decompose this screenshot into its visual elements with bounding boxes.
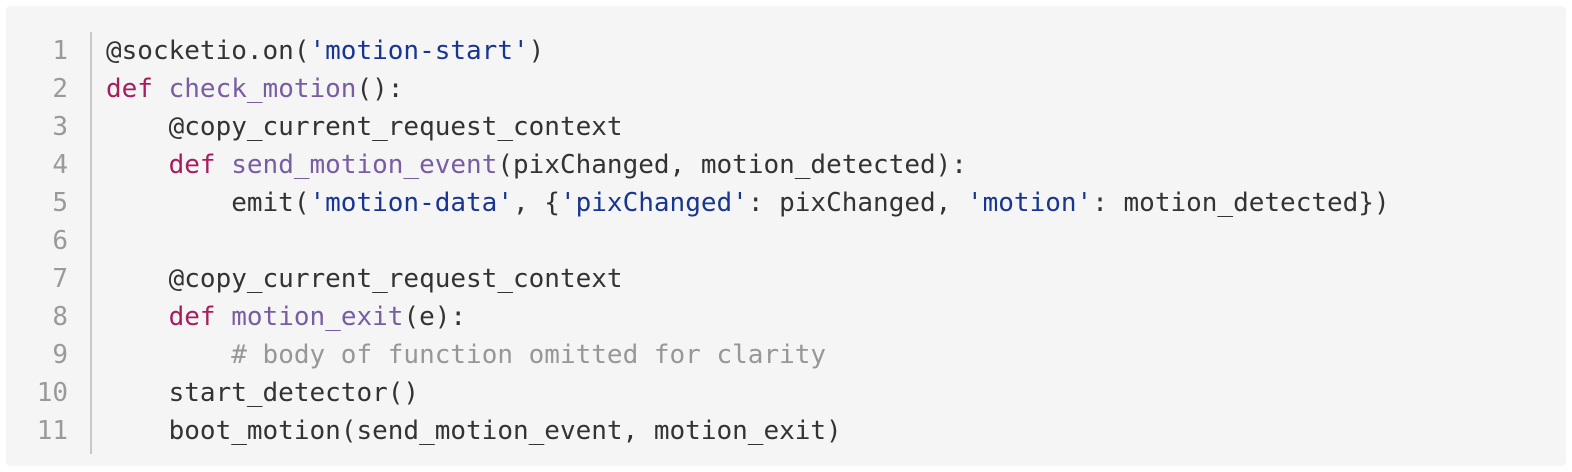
code-token: (pixChanged, motion_detected): <box>497 150 967 180</box>
code-line: emit('motion-data', {'pixChanged': pixCh… <box>106 184 1390 222</box>
comment-token: # body of function omitted for clarity <box>231 340 827 370</box>
line-number: 11 <box>36 416 68 446</box>
code-token: , { <box>513 188 560 218</box>
line-number: 2 <box>52 74 68 104</box>
code-token: boot_motion(send_motion_event, motion_ex… <box>106 416 842 446</box>
line-number-gutter: 1 2 3 4 5 6 7 8 9 10 11 <box>6 32 92 454</box>
code-line: def check_motion(): <box>106 70 1390 108</box>
code-token: : motion_detected}) <box>1092 188 1390 218</box>
code-block: 1 2 3 4 5 6 7 8 9 10 11 @socketio.on('motion-start… <box>6 6 1566 466</box>
keyword-token: def <box>168 150 216 180</box>
keyword-token: def <box>168 302 216 332</box>
line-number: 3 <box>52 112 68 142</box>
code-token: @copy_current_request_context <box>106 112 623 142</box>
string-token: 'motion' <box>966 188 1093 218</box>
line-number: 9 <box>52 340 68 370</box>
code-line: boot_motion(send_motion_event, motion_ex… <box>106 412 1390 450</box>
string-token: 'motion-data' <box>309 188 514 218</box>
code-line: # body of function omitted for clarity <box>106 336 1390 374</box>
function-name-token: send_motion_event <box>231 150 498 180</box>
line-number: 10 <box>36 378 68 408</box>
code-token: start_detector() <box>106 378 420 408</box>
line-number: 5 <box>52 188 68 218</box>
code-line: def send_motion_event(pixChanged, motion… <box>106 146 1390 184</box>
code-token: (e): <box>403 302 467 332</box>
keyword-token: def <box>106 74 153 104</box>
code-line: @copy_current_request_context <box>106 260 1390 298</box>
code-line: @socketio.on('motion-start') <box>106 32 1390 70</box>
function-name-token: check_motion <box>168 74 357 104</box>
line-number: 8 <box>52 302 68 332</box>
code-token: (): <box>356 74 404 104</box>
code-line: def motion_exit(e): <box>106 298 1390 336</box>
code-token: @socketio.on( <box>106 36 310 66</box>
code-line: @copy_current_request_context <box>106 108 1390 146</box>
line-number: 1 <box>52 36 68 66</box>
line-number: 4 <box>52 150 68 180</box>
string-token: 'motion-start' <box>309 36 529 66</box>
code-token: emit( <box>106 188 310 218</box>
code-token: ) <box>528 36 545 66</box>
code-line: start_detector() <box>106 374 1390 412</box>
line-number: 7 <box>52 264 68 294</box>
string-token: 'pixChanged' <box>559 188 748 218</box>
line-number: 6 <box>52 226 68 256</box>
code-token: @copy_current_request_context <box>106 264 623 294</box>
function-name-token: motion_exit <box>231 302 404 332</box>
code-content: @socketio.on('motion-start') def check_mo… <box>106 32 1390 450</box>
code-token: : pixChanged, <box>747 188 967 218</box>
